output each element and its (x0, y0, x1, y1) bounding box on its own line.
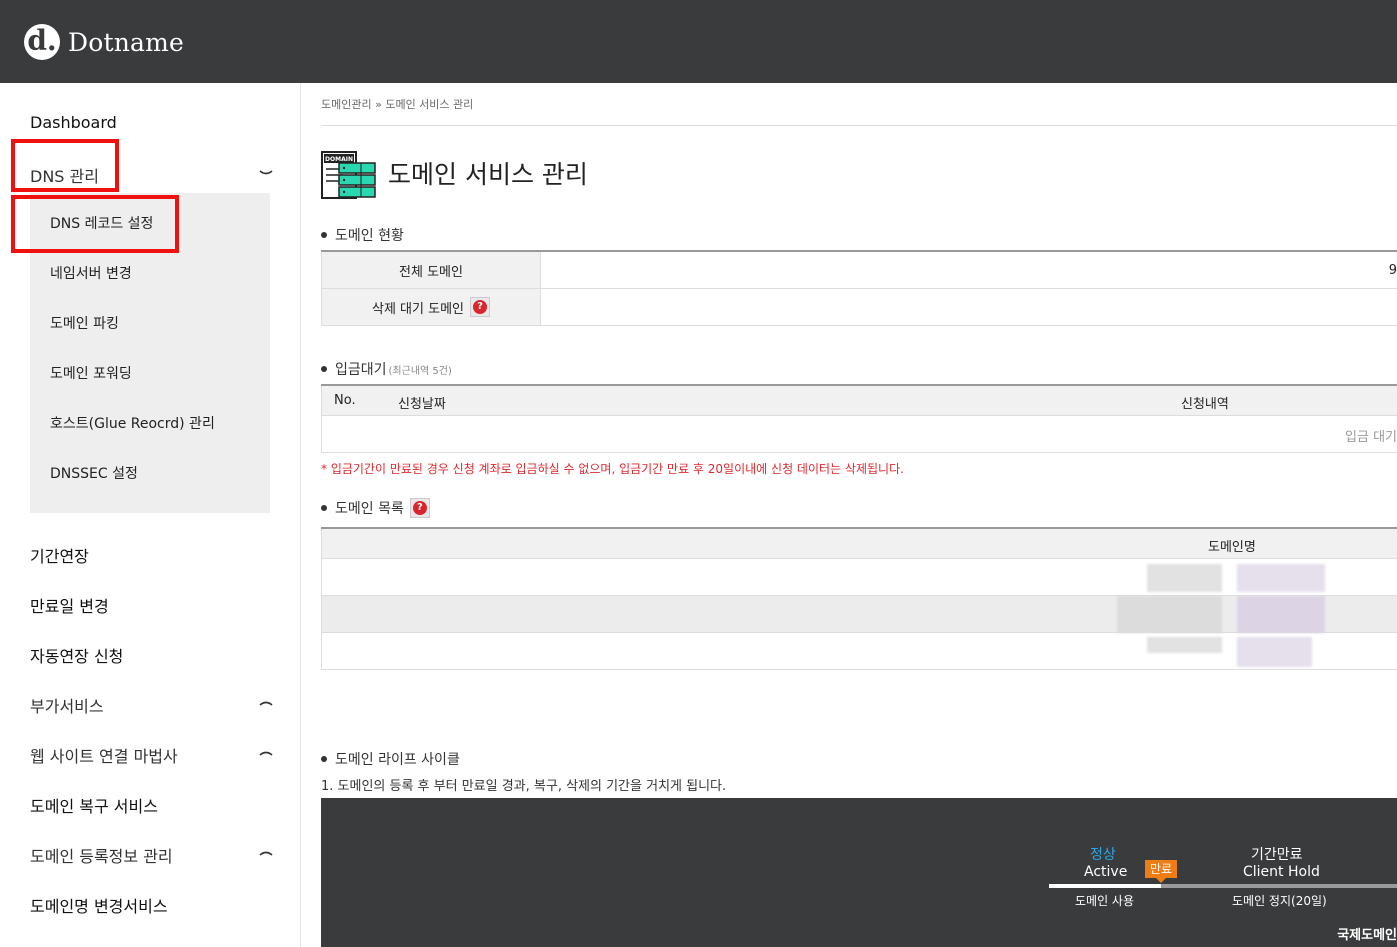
table-header: 도메인명 (321, 529, 1397, 559)
column-header-date: 신청날짜 (398, 397, 446, 412)
row-label: 전체 도메인 (321, 252, 541, 288)
section-title-status: 도메인 현황 (321, 225, 404, 245)
sidebar-item-whois[interactable]: 도메인 등록정보 관리 (30, 843, 173, 867)
payment-notice: * 입금기간이 만료된 경우 신청 계좌로 입금하실 수 없으며, 입금기간 만… (321, 462, 904, 476)
submenu-item-dnssec[interactable]: DNSSEC 설정 (50, 463, 138, 483)
submenu-item-nameserver[interactable]: 네임서버 변경 (50, 263, 132, 283)
sidebar-item-auto-renew[interactable]: 자동연장 신청 (30, 643, 123, 667)
chevron-up-icon[interactable] (258, 748, 274, 758)
submenu-item-forwarding[interactable]: 도메인 포워딩 (50, 363, 132, 383)
section-title-domain-list: 도메인 목록 ? (321, 498, 430, 518)
highlight-box-dns (11, 139, 119, 192)
blurred-domain (1237, 564, 1325, 592)
main-content: 도메인관리 » 도메인 서비스 관리 DOMAIN 도메인 서비스 관리 도메인… (321, 83, 1397, 947)
column-header-no: No. (334, 393, 356, 408)
sidebar-item-restore[interactable]: 도메인 복구 서비스 (30, 793, 158, 817)
table-row[interactable] (321, 633, 1397, 670)
hold-period-bar (1161, 884, 1397, 888)
intl-domain-label: 국제도메인 (1337, 928, 1397, 943)
domain-icon-label: DOMAIN (325, 156, 353, 163)
active-period-bar (1049, 884, 1161, 888)
sidebar-item-dashboard[interactable]: Dashboard (30, 113, 117, 132)
total-domain-count[interactable]: 9 (1389, 252, 1397, 288)
stage-active-sub: 도메인 사용 (1075, 894, 1135, 908)
table-row: 입금 대기 (321, 416, 1397, 453)
brand-logo[interactable]: d. Dotname (24, 24, 184, 60)
chevron-down-icon[interactable] (258, 168, 274, 178)
pending-table: No. 신청날짜 신청내역 입금 대기 (321, 384, 1397, 453)
highlight-box-dns-record (11, 195, 179, 253)
expire-badge-pointer (1156, 878, 1166, 883)
empty-message: 입금 대기 (1345, 430, 1397, 445)
brand-name: Dotname (68, 27, 185, 57)
help-icon[interactable]: ? (409, 498, 430, 518)
blurred-domain (1147, 564, 1222, 592)
section-title-lifecycle: 도메인 라이프 사이클 (321, 749, 460, 769)
divider (321, 125, 1397, 126)
table-row: 삭제 대기 도메인 ? (321, 289, 1397, 326)
help-icon[interactable]: ? (470, 297, 490, 317)
chevron-up-icon[interactable] (258, 698, 274, 708)
stage-hold-ko: 기간만료 (1251, 847, 1303, 863)
lifecycle-description: 1. 도메인의 등록 후 부터 만료일 경과, 복구, 삭제의 기간을 거치게 … (321, 779, 727, 794)
stage-active-ko: 정상 (1090, 847, 1116, 863)
domain-server-icon: DOMAIN (321, 151, 377, 201)
page-title: 도메인 서비스 관리 (388, 160, 588, 189)
sidebar-item-site-wizard[interactable]: 웹 사이트 연결 마법사 (30, 743, 178, 767)
blurred-domain (1147, 637, 1222, 653)
column-header-detail: 신청내역 (1181, 397, 1229, 412)
table-row[interactable] (321, 559, 1397, 596)
lifecycle-diagram: 정상 Active 기간만료 Client Hold 만료 도메인 사용 도메인… (321, 798, 1397, 947)
chevron-up-icon[interactable] (258, 848, 274, 858)
stage-hold-sub: 도메인 정지(20일) (1232, 894, 1327, 908)
table-header: No. 신청날짜 신청내역 (321, 386, 1397, 416)
sidebar-item-renew[interactable]: 기간연장 (30, 543, 89, 567)
blurred-domain (1237, 596, 1325, 633)
section-title-pending: 입금대기 (최근내역 5건) (321, 359, 452, 379)
sidebar-item-expiry-change[interactable]: 만료일 변경 (30, 593, 109, 617)
domain-list-table: 도메인명 (321, 527, 1397, 670)
expire-badge: 만료 (1145, 860, 1177, 878)
stage-active-en: Active (1084, 864, 1128, 880)
table-row: 전체 도메인 9 (321, 252, 1397, 289)
row-label: 삭제 대기 도메인 ? (321, 289, 541, 325)
status-table: 전체 도메인 9 삭제 대기 도메인 ? (321, 250, 1397, 326)
submenu-item-host[interactable]: 호스트(Glue Reocrd) 관리 (50, 413, 215, 433)
breadcrumb: 도메인관리 » 도메인 서비스 관리 (321, 98, 474, 111)
stage-hold-en: Client Hold (1243, 864, 1320, 880)
sidebar-item-name-change[interactable]: 도메인명 변경서비스 (30, 893, 168, 917)
blurred-domain (1237, 637, 1312, 667)
logo-mark-icon: d. (24, 24, 60, 60)
column-header-domain-name: 도메인명 (1208, 540, 1256, 555)
submenu-item-parking[interactable]: 도메인 파킹 (50, 313, 119, 333)
blurred-domain (1117, 596, 1222, 633)
sidebar-item-addon[interactable]: 부가서비스 (30, 693, 104, 717)
top-header: d. Dotname (0, 0, 1397, 83)
table-row[interactable] (321, 596, 1397, 633)
